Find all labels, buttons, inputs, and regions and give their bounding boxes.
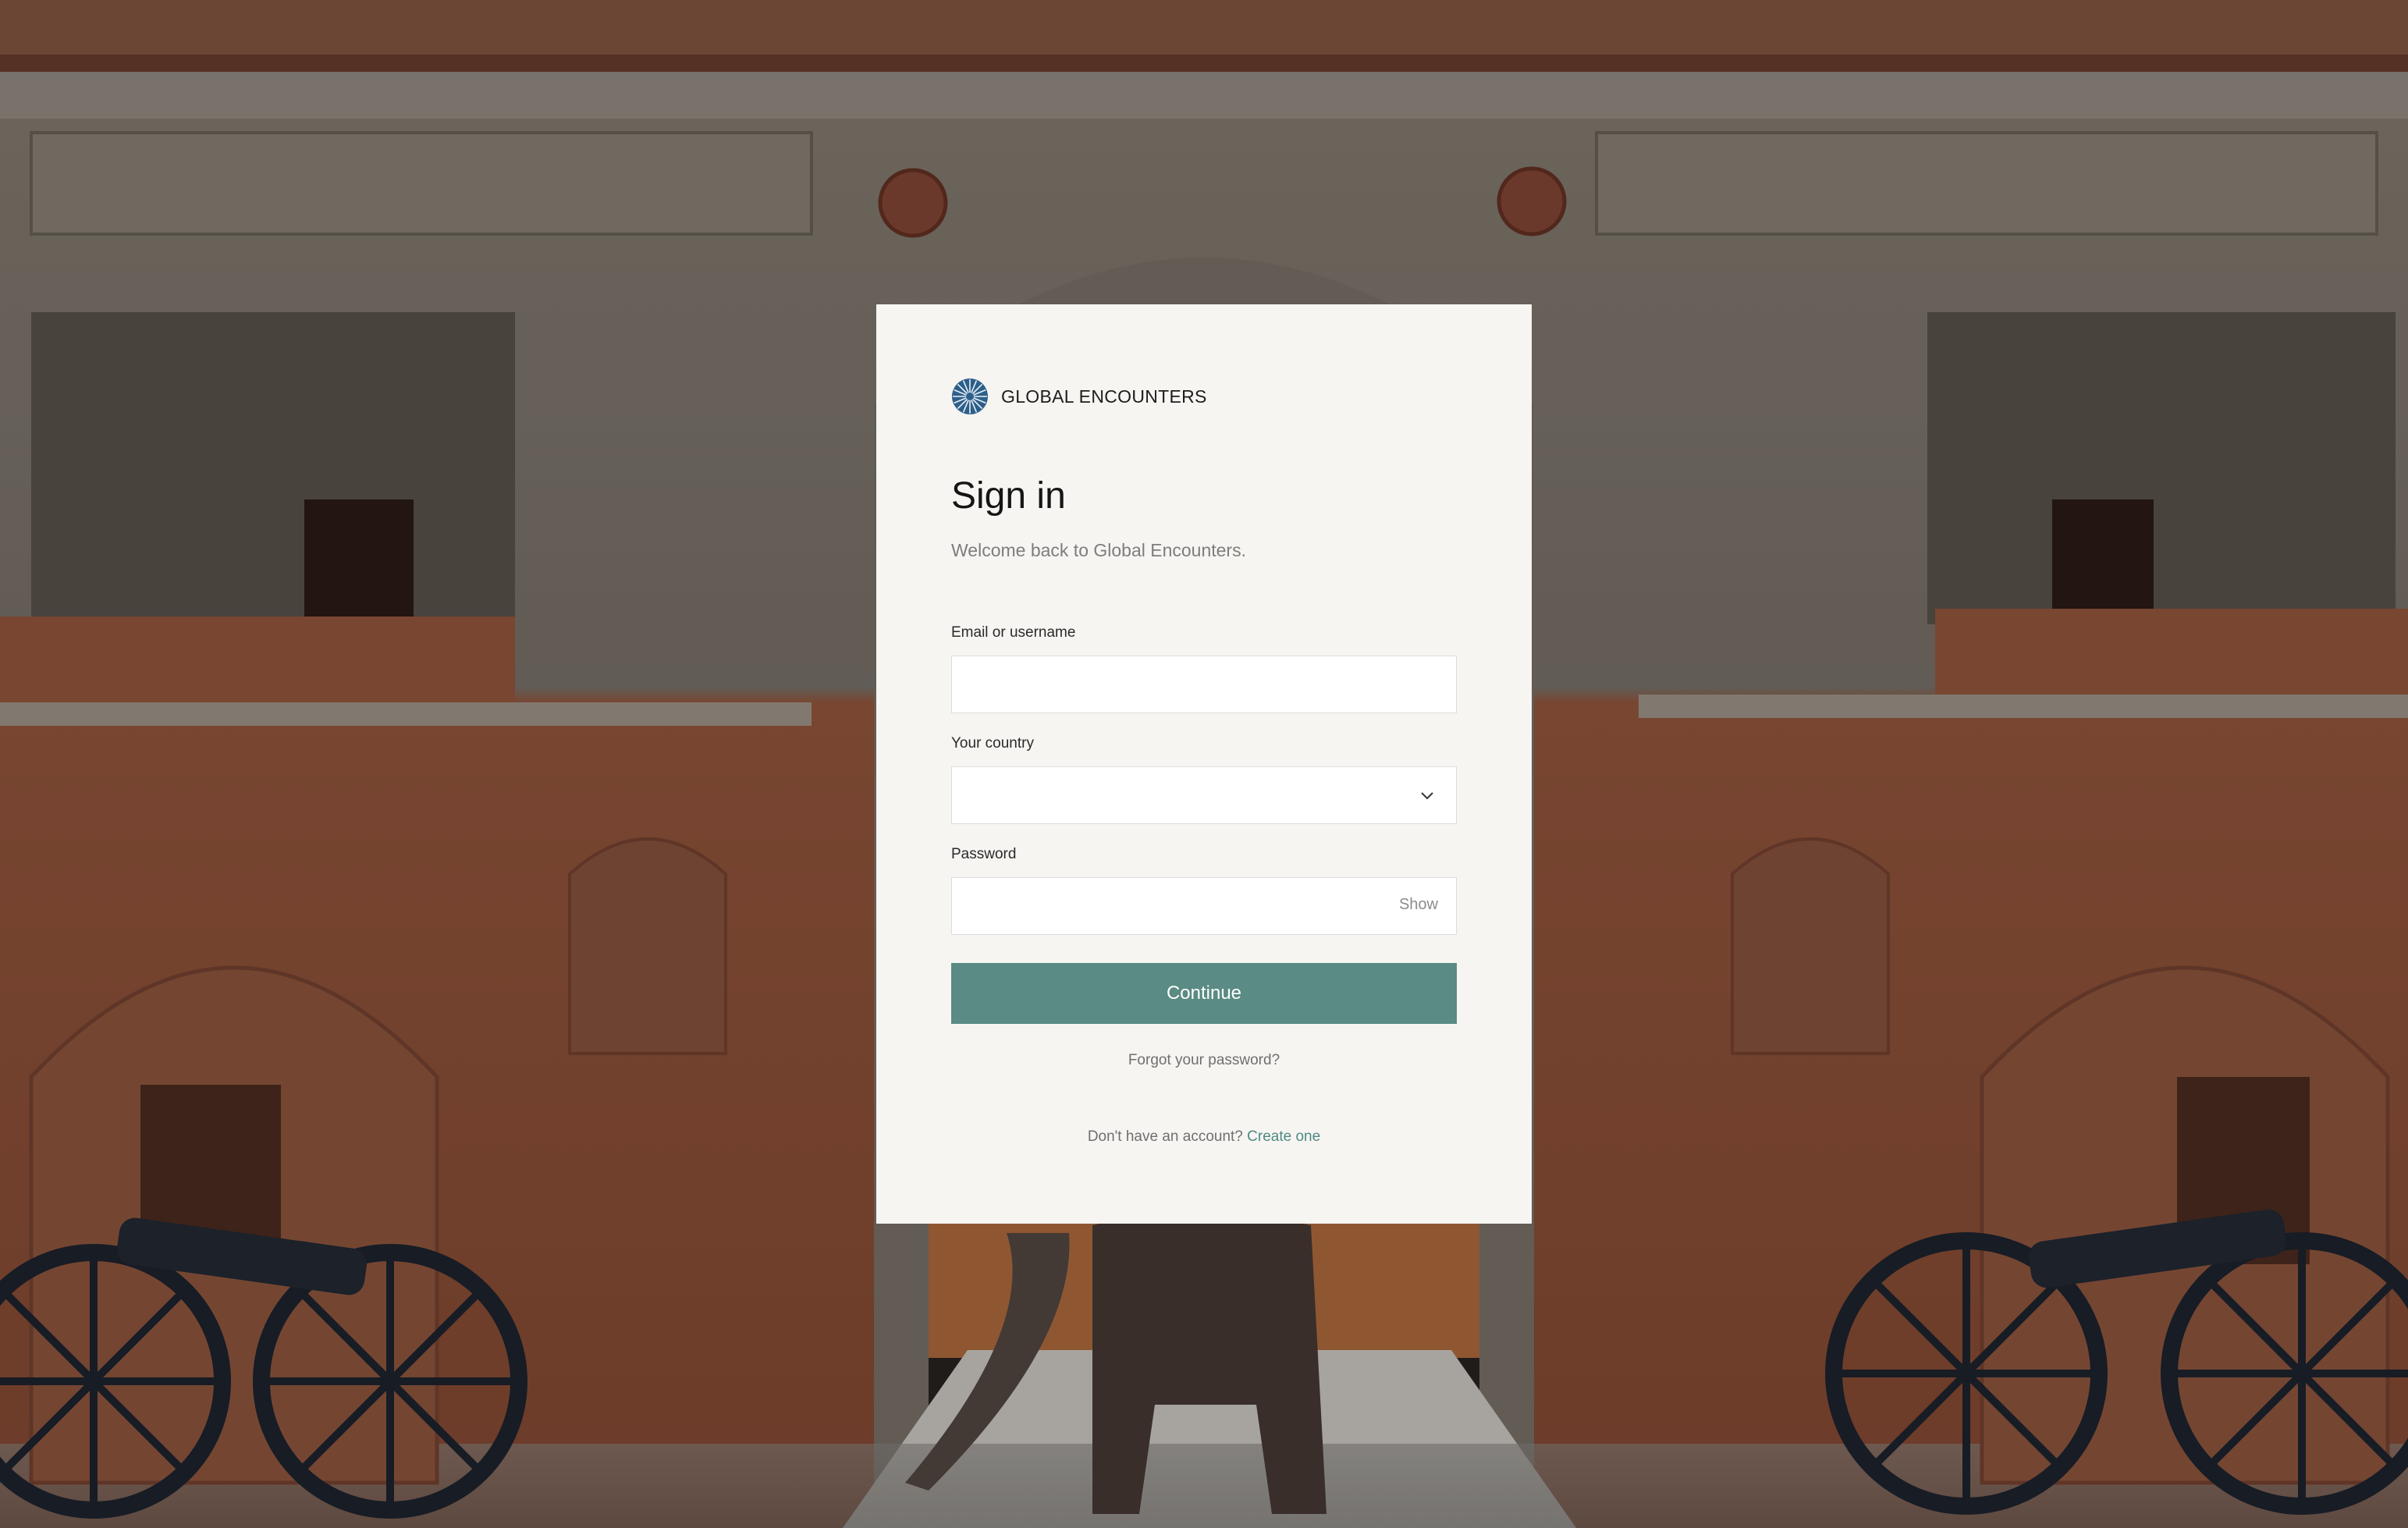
email-field[interactable] — [951, 656, 1457, 713]
brand-name: GLOBAL ENCOUNTERS — [1001, 386, 1207, 407]
country-label: Your country — [951, 735, 1034, 752]
password-label: Password — [951, 846, 1017, 862]
password-wrapper: Show — [951, 877, 1457, 935]
country-select[interactable] — [951, 766, 1457, 824]
signin-card: GLOBAL ENCOUNTERS Sign in Welcome back t… — [876, 304, 1532, 1224]
show-password-button[interactable]: Show — [1399, 896, 1438, 914]
forgot-password-link[interactable]: Forgot your password? — [951, 1052, 1457, 1069]
no-account-text: Don't have an account? — [1087, 1128, 1243, 1145]
brand: GLOBAL ENCOUNTERS — [951, 378, 1207, 415]
email-label: Email or username — [951, 624, 1076, 641]
create-account-link[interactable]: Create one — [1247, 1128, 1320, 1145]
page-title: Sign in — [951, 475, 1066, 517]
password-field[interactable] — [951, 877, 1457, 935]
login-page: GLOBAL ENCOUNTERS Sign in Welcome back t… — [0, 0, 2408, 1528]
chevron-down-icon — [1421, 792, 1433, 800]
continue-button[interactable]: Continue — [951, 963, 1457, 1024]
starburst-logo-icon — [952, 378, 988, 414]
page-subtitle: Welcome back to Global Encounters. — [951, 540, 1246, 560]
signup-prompt: Don't have an account? Create one — [951, 1128, 1457, 1146]
